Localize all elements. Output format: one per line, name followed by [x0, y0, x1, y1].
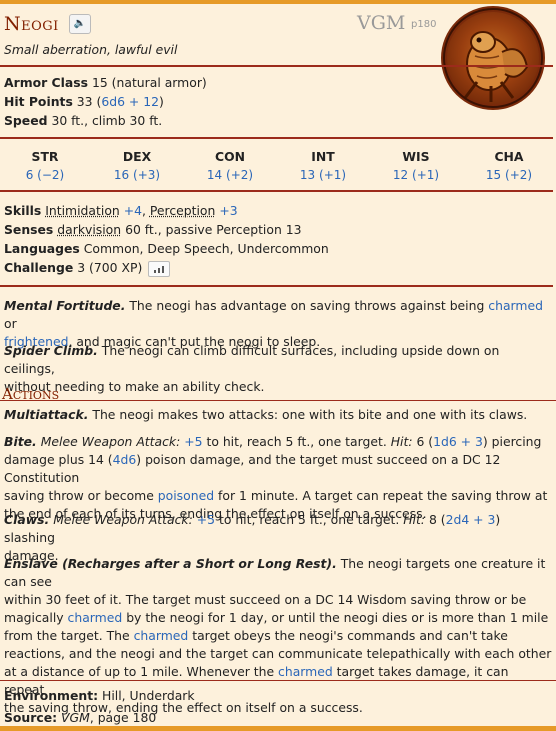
languages: Languages Common, Deep Speech, Undercomm…: [4, 241, 329, 256]
source-book-link[interactable]: VGM: [61, 710, 90, 725]
sense-link[interactable]: darkvision: [57, 222, 121, 237]
environment: Environment: Hill, Underdark: [4, 688, 195, 703]
divider: [0, 400, 556, 401]
divider: [0, 65, 553, 67]
creature-portrait[interactable]: [441, 6, 545, 110]
hp-dice-roll[interactable]: 6d6 + 12: [101, 94, 159, 109]
divider: [0, 137, 553, 139]
skill-roll[interactable]: +3: [219, 203, 237, 218]
trait-spider-climb: Spider Climb. The neogi can climb diffic…: [4, 343, 500, 394]
ability-roll[interactable]: 15 (+2): [469, 168, 549, 182]
ability-cha: CHA 15 (+2): [469, 149, 549, 182]
ability-int: INT 13 (+1): [283, 149, 363, 182]
action-bite: Bite. Melee Weapon Attack: +5 to hit, re…: [4, 434, 548, 521]
hit-points: Hit Points 33 (6d6 + 12): [4, 94, 164, 109]
action-multiattack: Multiattack. The neogi makes two attacks…: [4, 407, 528, 422]
ability-str: STR 6 (−2): [5, 149, 85, 182]
creature-name: Neogi: [4, 13, 59, 35]
condition-link[interactable]: poisoned: [158, 488, 214, 503]
stat-block: Neogi 🔈 VGM p180 Small aberration, lawfu…: [0, 4, 556, 726]
source-book[interactable]: VGM: [357, 12, 405, 34]
condition-link[interactable]: charmed: [278, 664, 333, 679]
attack-roll[interactable]: +5: [184, 434, 202, 449]
armor-class: Armor Class 15 (natural armor): [4, 75, 207, 90]
speaker-icon[interactable]: 🔈: [69, 14, 91, 34]
damage-roll[interactable]: 2d4 + 3: [446, 512, 496, 527]
skill-roll[interactable]: +4: [124, 203, 142, 218]
senses: Senses darkvision 60 ft., passive Percep…: [4, 222, 302, 237]
ability-con: CON 14 (+2): [190, 149, 270, 182]
divider: [0, 190, 553, 192]
ability-dex: DEX 16 (+3): [97, 149, 177, 182]
divider: [0, 680, 556, 681]
challenge: Challenge 3 (700 XP): [4, 260, 171, 277]
source: Source: VGM, page 180: [4, 710, 157, 725]
ability-roll[interactable]: 12 (+1): [376, 168, 456, 182]
ability-roll[interactable]: 6 (−2): [5, 168, 85, 182]
creature-type: Small aberration, lawful evil: [4, 42, 178, 57]
damage-roll[interactable]: 1d6 + 3: [433, 434, 483, 449]
portrait-frame: [443, 8, 543, 108]
bottom-accent-bar: [0, 726, 556, 731]
ability-wis: WIS 12 (+1): [376, 149, 456, 182]
skill-link[interactable]: Intimidation: [45, 203, 120, 218]
source-page: p180: [411, 19, 437, 30]
ability-roll[interactable]: 14 (+2): [190, 168, 270, 182]
condition-link[interactable]: charmed: [134, 628, 189, 643]
attack-roll[interactable]: +5: [197, 512, 215, 527]
condition-link[interactable]: charmed: [68, 610, 123, 625]
ability-roll[interactable]: 13 (+1): [283, 168, 363, 182]
chart-icon[interactable]: [148, 260, 171, 277]
speed: Speed 30 ft., climb 30 ft.: [4, 113, 163, 128]
skills: Skills Intimidation +4, Perception +3: [4, 203, 238, 218]
damage-roll[interactable]: 4d6: [113, 452, 137, 467]
condition-link[interactable]: charmed: [488, 298, 543, 313]
divider: [0, 285, 553, 287]
skill-link[interactable]: Perception: [150, 203, 216, 218]
ability-roll[interactable]: 16 (+3): [97, 168, 177, 182]
